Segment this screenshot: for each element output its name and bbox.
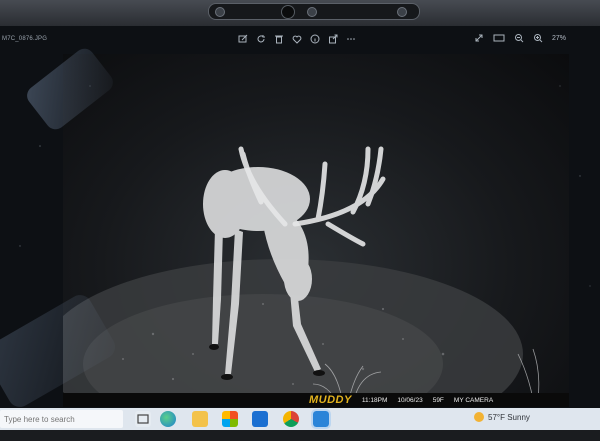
webcam-bar	[208, 3, 420, 20]
search-input[interactable]	[4, 412, 116, 426]
file-name: M7C_0876.JPG	[2, 36, 48, 42]
stamp-time: 11:18PM	[361, 396, 388, 404]
rotate-icon[interactable]	[256, 34, 266, 44]
sensor-dot	[307, 7, 317, 17]
viewer-toolbar	[238, 34, 356, 46]
delete-icon[interactable]	[274, 34, 284, 44]
task-view-icon[interactable]	[135, 411, 151, 427]
stamp-camera-name: MY CAMERA	[453, 396, 494, 404]
chrome-icon[interactable]	[283, 411, 299, 427]
laptop-bezel-top	[0, 0, 600, 26]
zoom-level: 27%	[552, 34, 567, 42]
stamp-date: 10/06/23	[397, 396, 423, 404]
laptop-bezel-bottom	[0, 430, 600, 441]
store-icon[interactable]	[222, 411, 238, 427]
stamp-temperature: 59F	[432, 396, 444, 404]
mail-icon[interactable]	[252, 411, 268, 427]
viewer-right-toolbar: 27%	[474, 33, 566, 43]
taskbar: 57°F Sunny	[0, 408, 600, 430]
edit-icon[interactable]	[238, 34, 248, 44]
favorite-icon[interactable]	[292, 34, 302, 44]
weather-text[interactable]: 57°F Sunny	[488, 413, 530, 422]
info-icon[interactable]	[310, 34, 320, 44]
deer-illustration	[43, 146, 569, 408]
zoom-out-icon[interactable]	[514, 33, 524, 43]
photos-icon[interactable]	[311, 409, 331, 429]
slideshow-icon[interactable]	[493, 33, 505, 43]
zoom-in-icon[interactable]	[533, 33, 543, 43]
screen: M7C_0876.JPG 27% MUDDY 11:18PM 10/06/23 …	[0, 26, 600, 408]
webcam-lens	[281, 5, 295, 19]
file-explorer-icon[interactable]	[192, 411, 208, 427]
share-icon[interactable]	[328, 34, 338, 44]
sun-icon	[474, 412, 484, 422]
sensor-dot	[215, 7, 225, 17]
more-icon[interactable]	[346, 34, 356, 44]
edge-icon[interactable]	[160, 411, 176, 427]
photo-stamp: MUDDY 11:18PM 10/06/23 59F MY CAMERA	[309, 393, 493, 407]
brand-logo: MUDDY	[309, 394, 352, 406]
expand-icon[interactable]	[474, 33, 484, 43]
system-tray: 57°F Sunny	[474, 412, 530, 422]
taskbar-search[interactable]	[0, 410, 123, 428]
sensor-dot	[397, 7, 407, 17]
trail-camera-photo: MUDDY 11:18PM 10/06/23 59F MY CAMERA	[43, 54, 569, 408]
